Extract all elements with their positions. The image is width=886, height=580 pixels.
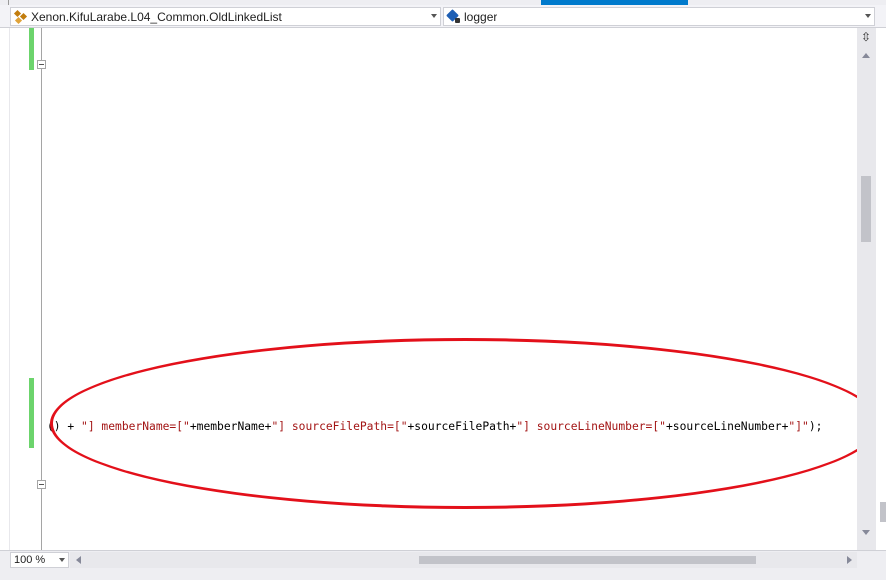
- changed-lines-indicator: [29, 28, 34, 70]
- right-edge-panel: [875, 28, 886, 580]
- edge-scroll-thumb[interactable]: [880, 502, 886, 522]
- left-tool-strip: [0, 28, 10, 550]
- outline-line: [41, 28, 42, 60]
- chevron-down-icon[interactable]: [59, 558, 65, 562]
- project-type-label: Xenon.KifuLarabe.L04_Common.OldLinkedLis…: [31, 9, 282, 24]
- red-ellipse-annotation: [50, 338, 857, 509]
- editor-bottom-bar: 100 %: [0, 550, 886, 568]
- project-type-dropdown[interactable]: Xenon.KifuLarabe.L04_Common.OldLinkedLis…: [10, 7, 441, 26]
- member-dropdown[interactable]: logger: [443, 7, 875, 26]
- collapse-region-icon[interactable]: [37, 480, 46, 489]
- status-strip: [0, 568, 886, 580]
- member-label: logger: [464, 9, 498, 24]
- horizontal-scroll-thumb[interactable]: [419, 556, 756, 564]
- collapse-region-icon[interactable]: [37, 60, 46, 69]
- editor-margin: [10, 28, 46, 550]
- chevron-down-icon[interactable]: [431, 14, 437, 18]
- scroll-right-icon[interactable]: [847, 556, 852, 564]
- code-editor[interactable]: () + "] memberName=["+memberName+"] sour…: [10, 28, 857, 550]
- outline-line: [41, 489, 42, 550]
- tool-strip-mark: [0, 110, 3, 116]
- code-editor-window: Xenon.KifuLarabe.L04_Common.OldLinkedLis…: [0, 0, 886, 580]
- scroll-down-icon[interactable]: [862, 530, 870, 535]
- scroll-left-icon[interactable]: [76, 556, 81, 564]
- class-icon: [13, 9, 28, 24]
- scroll-up-icon[interactable]: [862, 53, 870, 58]
- split-window-icon[interactable]: ⇳: [860, 31, 872, 43]
- vertical-scrollbar[interactable]: ⇳: [857, 28, 875, 550]
- outline-line: [41, 69, 42, 480]
- navigation-bar: Xenon.KifuLarabe.L04_Common.OldLinkedLis…: [0, 5, 886, 28]
- zoom-dropdown[interactable]: 100 %: [10, 552, 69, 568]
- vertical-scroll-thumb[interactable]: [861, 176, 871, 242]
- zoom-value: 100 %: [14, 554, 46, 566]
- chevron-down-icon[interactable]: [865, 14, 871, 18]
- changed-lines-indicator: [29, 378, 34, 448]
- private-field-icon: [446, 8, 461, 24]
- horizontal-scrollbar[interactable]: [70, 552, 857, 568]
